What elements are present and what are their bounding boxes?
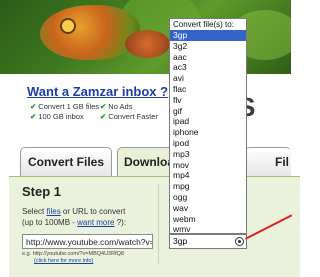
format-option-3gp[interactable]: 3gp xyxy=(170,30,246,41)
format-option-3g2[interactable]: 3g2 xyxy=(170,41,246,52)
more-info-link[interactable]: (click here for more info) xyxy=(34,258,93,264)
format-option-gif[interactable]: gif xyxy=(170,106,246,117)
check-icon: ✔ xyxy=(30,102,37,111)
format-option-ogg[interactable]: ogg xyxy=(170,192,246,203)
feature-item: ✔ 100 GB inbox xyxy=(30,112,84,121)
files-link[interactable]: files xyxy=(46,207,60,216)
format-option-mpg[interactable]: mpg xyxy=(170,181,246,192)
format-option-wav[interactable]: wav xyxy=(170,203,246,214)
format-option-mp4[interactable]: mp4 xyxy=(170,170,246,181)
dropdown-header: Convert file(s) to: xyxy=(173,20,234,29)
dropdown-arrow-icon[interactable] xyxy=(235,237,244,246)
header-banner-image xyxy=(0,0,291,74)
format-option-mov[interactable]: mov xyxy=(170,160,246,171)
step-title: Step 1 xyxy=(22,184,62,199)
feature-item: ✔ Convert Faster xyxy=(100,112,158,121)
inbox-promo-link[interactable]: Want a Zamzar inbox ? xyxy=(27,84,168,99)
format-dropdown-list[interactable]: Convert file(s) to: 3gp 3g2 aac ac3 avi … xyxy=(169,18,247,234)
feature-item: ✔ No Ads xyxy=(100,102,133,111)
format-select-value: 3gp xyxy=(173,236,188,246)
tab-convert-files[interactable]: Convert Files xyxy=(20,147,112,176)
url-input[interactable]: http://www.youtube.com/watch?v= xyxy=(22,234,153,249)
format-option-ac3[interactable]: ac3 xyxy=(170,62,246,73)
step-description: Select files or URL to convert (up to 10… xyxy=(22,207,127,227)
chameleon-image xyxy=(125,30,170,58)
format-option-ipad[interactable]: ipad xyxy=(170,116,246,127)
column-divider xyxy=(158,184,159,264)
feature-item: ✔ Convert 1 GB files xyxy=(30,102,100,111)
format-option-mp3[interactable]: mp3 xyxy=(170,149,246,160)
chameleon-image xyxy=(40,5,140,60)
format-option-flac[interactable]: flac xyxy=(170,84,246,95)
format-option-aac[interactable]: aac xyxy=(170,52,246,63)
format-option-ipod[interactable]: ipod xyxy=(170,138,246,149)
format-option-webm[interactable]: webm xyxy=(170,214,246,225)
check-icon: ✔ xyxy=(100,112,107,121)
format-select[interactable]: 3gp xyxy=(169,234,247,249)
format-option-flv[interactable]: flv xyxy=(170,95,246,106)
chameleon-eye xyxy=(60,18,76,34)
check-icon: ✔ xyxy=(30,112,37,121)
format-option-avi[interactable]: avi xyxy=(170,73,246,84)
check-icon: ✔ xyxy=(100,102,107,111)
tab-files[interactable]: Fil xyxy=(245,147,291,176)
format-option-iphone[interactable]: iphone xyxy=(170,127,246,138)
url-example: e.g. http://youtube.com/?v=MBQ4U3RfQ8 xyxy=(22,251,124,257)
want-more-link[interactable]: want more xyxy=(77,218,114,227)
